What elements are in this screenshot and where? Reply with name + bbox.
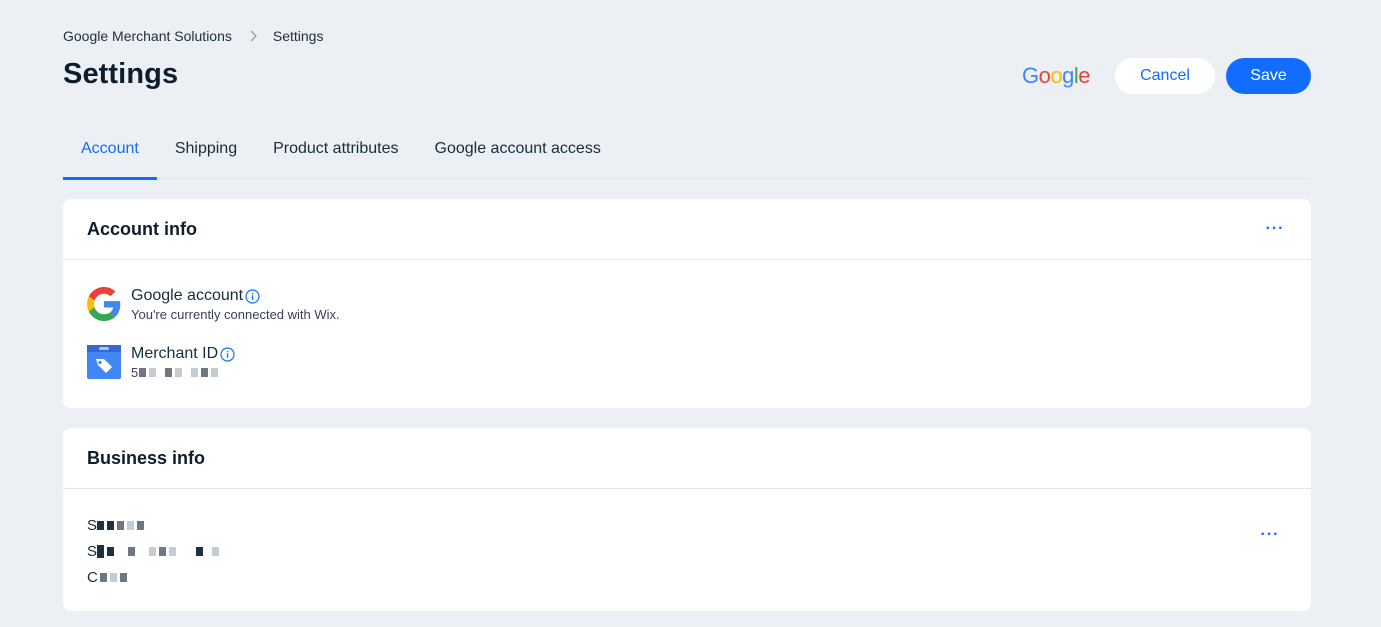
card-title: Account info: [87, 218, 197, 239]
cancel-button[interactable]: Cancel: [1115, 58, 1215, 94]
more-actions-button[interactable]: ···: [1263, 221, 1287, 237]
address-line-visible-char: S: [87, 542, 98, 560]
business-info-card: Business info ··· S S C: [63, 428, 1311, 611]
address-line: C: [87, 564, 222, 590]
header-actions: Google Cancel Save: [1022, 58, 1311, 94]
tab-account[interactable]: Account: [63, 128, 157, 180]
settings-page: Google Merchant Solutions Settings Setti…: [63, 0, 1311, 627]
google-account-label: Google account: [131, 287, 244, 304]
save-button[interactable]: Save: [1226, 58, 1311, 94]
more-actions-button[interactable]: ···: [1258, 527, 1282, 543]
google-account-row: Google account You're currently connecte…: [87, 287, 340, 322]
breadcrumb-root-link[interactable]: Google Merchant Solutions: [63, 28, 232, 44]
google-logo: Google: [1021, 63, 1091, 88]
page-title: Settings: [63, 58, 179, 90]
tab-shipping[interactable]: Shipping: [157, 128, 255, 179]
tab-product-attributes[interactable]: Product attributes: [255, 128, 416, 179]
merchant-id-value: 5: [131, 365, 221, 380]
breadcrumb-current: Settings: [272, 28, 324, 44]
google-account-description: You're currently connected with Wix.: [131, 307, 340, 322]
merchant-id-label: Merchant ID: [131, 345, 219, 362]
chevron-right-icon: [250, 30, 257, 42]
card-title: Business info: [87, 447, 206, 468]
business-info-header: Business info: [63, 428, 1311, 489]
merchant-id-row: Merchant ID 5: [87, 345, 235, 382]
address-line: S: [87, 538, 222, 564]
breadcrumb: Google Merchant Solutions Settings: [63, 28, 323, 44]
account-info-header: Account info ···: [63, 199, 1311, 260]
settings-tabs: Account Shipping Product attributes Goog…: [63, 128, 1311, 180]
address-line-visible-char: C: [87, 568, 98, 586]
account-info-card: Account info ··· Google account You're c…: [63, 199, 1311, 408]
google-g-icon: [87, 287, 121, 321]
address-line: S: [87, 512, 222, 538]
tab-google-account-access[interactable]: Google account access: [417, 128, 619, 179]
merchant-tag-icon: [87, 345, 121, 379]
merchant-id-visible-digit: 5: [131, 365, 139, 380]
address-line-visible-char: S: [87, 516, 98, 534]
info-icon[interactable]: [245, 288, 260, 304]
info-icon[interactable]: [220, 346, 235, 362]
business-address: S S C: [87, 512, 222, 590]
